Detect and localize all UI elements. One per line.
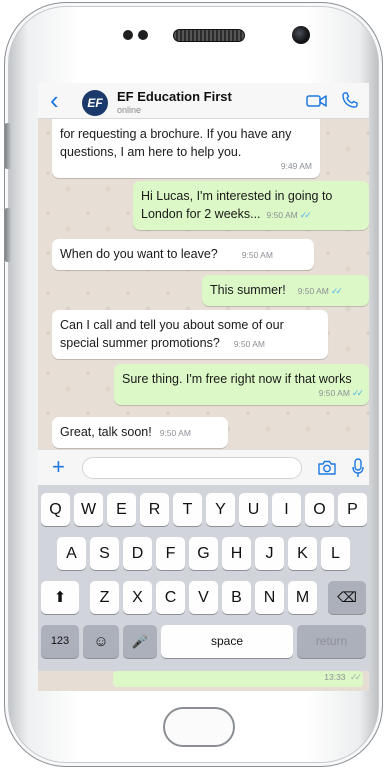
key-k[interactable]: K bbox=[288, 537, 317, 570]
key-t[interactable]: T bbox=[173, 493, 202, 526]
message-incoming[interactable]: Can I call and tell you about some of ou… bbox=[52, 310, 328, 359]
key-z[interactable]: Z bbox=[90, 581, 119, 614]
key-q[interactable]: Q bbox=[41, 493, 70, 526]
key-g[interactable]: G bbox=[189, 537, 218, 570]
microphone-icon[interactable] bbox=[352, 458, 364, 478]
contact-status: online bbox=[117, 105, 142, 115]
message-outgoing[interactable]: Hi Lucas, I'm interested in going to Lon… bbox=[133, 181, 369, 230]
message-text: Great, talk soon! bbox=[60, 425, 152, 439]
key-c[interactable]: C bbox=[156, 581, 185, 614]
home-button[interactable] bbox=[163, 707, 235, 747]
message-text: Sure thing. I'm free right now if that w… bbox=[122, 372, 352, 386]
key-i[interactable]: I bbox=[272, 493, 301, 526]
message-input[interactable] bbox=[82, 457, 302, 479]
emoji-key-icon[interactable]: ☺ bbox=[83, 625, 119, 658]
key-b[interactable]: B bbox=[222, 581, 251, 614]
key-f[interactable]: F bbox=[156, 537, 185, 570]
volume-down-button bbox=[5, 208, 11, 262]
sensor-icon bbox=[138, 30, 148, 40]
sensor-icon bbox=[123, 30, 133, 40]
message-incoming[interactable]: for requesting a brochure. If you have a… bbox=[52, 119, 320, 178]
return-key[interactable]: return bbox=[297, 625, 366, 658]
volume-up-button bbox=[5, 123, 11, 169]
key-r[interactable]: R bbox=[140, 493, 169, 526]
dictation-mic-icon[interactable]: 🎤 bbox=[123, 625, 157, 658]
key-j[interactable]: J bbox=[255, 537, 284, 570]
plus-icon[interactable]: + bbox=[52, 455, 65, 479]
message-time: 9:50 AM bbox=[266, 210, 298, 220]
key-l[interactable]: L bbox=[321, 537, 350, 570]
key-a[interactable]: A bbox=[57, 537, 86, 570]
message-time: 9:49 AM bbox=[280, 161, 312, 171]
key-o[interactable]: O bbox=[305, 493, 334, 526]
key-n[interactable]: N bbox=[255, 581, 284, 614]
message-time: 9:50 AM bbox=[297, 286, 329, 296]
chat-header: ‹ EF EF Education First online bbox=[38, 83, 369, 119]
video-call-icon[interactable] bbox=[306, 93, 328, 109]
front-camera-icon bbox=[292, 26, 310, 44]
earpiece-speaker bbox=[173, 29, 245, 42]
phone-screen: ‹ EF EF Education First online for reque… bbox=[38, 83, 369, 691]
onscreen-keyboard: Q W E R T Y U I O P A S D F G H J K L ⬆ … bbox=[38, 485, 369, 671]
key-v[interactable]: V bbox=[189, 581, 218, 614]
chevron-left-icon[interactable]: ‹ bbox=[50, 87, 70, 113]
message-text: for requesting a brochure. If you have a… bbox=[60, 127, 292, 159]
message-text: This summer! bbox=[210, 283, 286, 297]
space-key[interactable]: space bbox=[161, 625, 293, 658]
message-incoming[interactable]: Great, talk soon! 9:50 AM bbox=[52, 417, 228, 448]
key-d[interactable]: D bbox=[123, 537, 152, 570]
phone-frame: ‹ EF EF Education First online for reque… bbox=[4, 2, 383, 767]
read-ticks-icon: ✓✓ bbox=[299, 210, 312, 220]
message-input-bar: + bbox=[38, 449, 369, 485]
key-p[interactable]: P bbox=[338, 493, 367, 526]
message-time: 9:50 AM ✓✓ bbox=[318, 388, 364, 398]
message-incoming[interactable]: When do you want to leave? 9:50 AM bbox=[52, 239, 314, 270]
key-e[interactable]: E bbox=[107, 493, 136, 526]
message-time: 9:50 AM bbox=[241, 250, 273, 260]
key-y[interactable]: Y bbox=[206, 493, 235, 526]
key-w[interactable]: W bbox=[74, 493, 103, 526]
message-outgoing[interactable]: Sure thing. I'm free right now if that w… bbox=[114, 364, 369, 405]
camera-icon[interactable] bbox=[317, 459, 337, 476]
message-time: 9:50 AM bbox=[233, 339, 265, 349]
message-text: When do you want to leave? bbox=[60, 247, 218, 261]
key-x[interactable]: X bbox=[123, 581, 152, 614]
shift-key-icon[interactable]: ⬆ bbox=[41, 581, 79, 614]
key-m[interactable]: M bbox=[288, 581, 317, 614]
phone-call-icon[interactable] bbox=[341, 91, 359, 109]
backspace-key-icon[interactable]: ⌫ bbox=[328, 581, 366, 614]
numbers-key[interactable]: 123 bbox=[41, 625, 79, 658]
message-time: 9:50 AM bbox=[159, 428, 191, 438]
contact-name[interactable]: EF Education First bbox=[117, 89, 232, 104]
message-time: 13:33 ✓✓ bbox=[324, 672, 362, 682]
message-outgoing[interactable]: This summer! 9:50 AM ✓✓ bbox=[202, 275, 369, 306]
avatar[interactable]: EF bbox=[82, 90, 108, 116]
key-h[interactable]: H bbox=[222, 537, 251, 570]
message-outgoing: 13:33 ✓✓ bbox=[113, 671, 363, 687]
key-u[interactable]: U bbox=[239, 493, 268, 526]
read-ticks-icon: ✓✓ bbox=[330, 286, 343, 296]
key-s[interactable]: S bbox=[90, 537, 119, 570]
